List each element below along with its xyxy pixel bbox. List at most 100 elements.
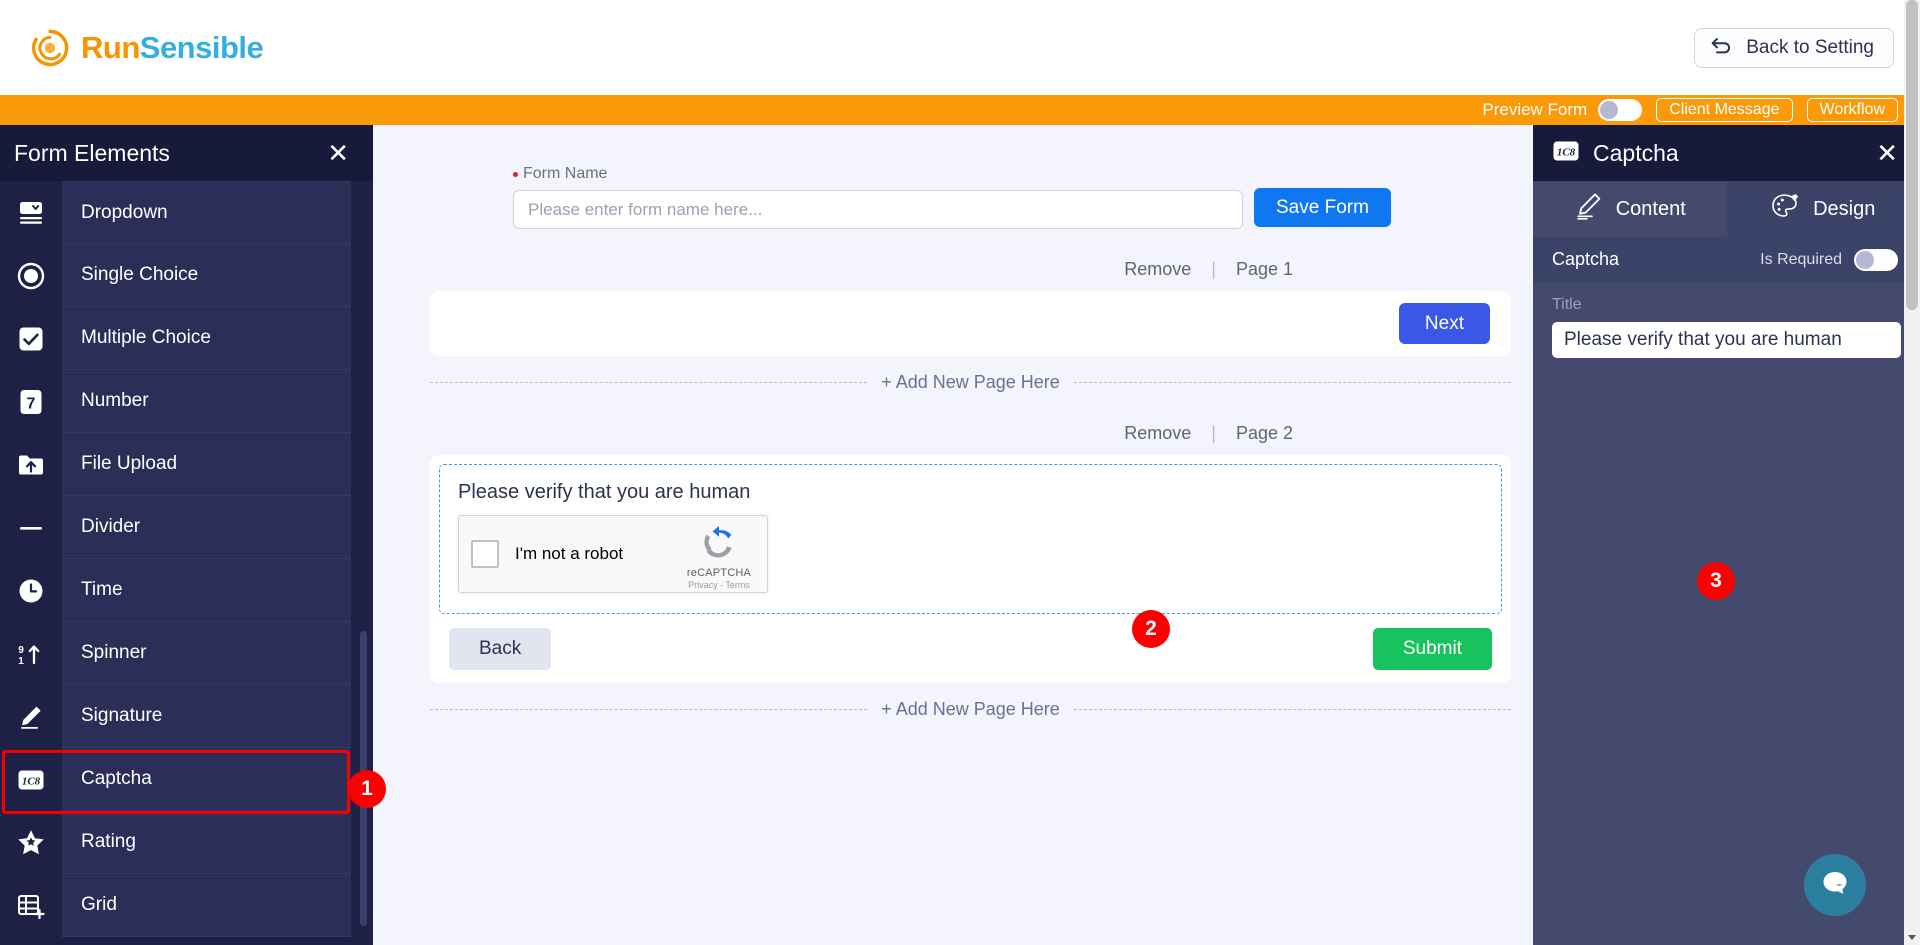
recaptcha-widget[interactable]: I'm not a robot reCAPTCHA Privacy - Term… <box>458 515 768 593</box>
next-button[interactable]: Next <box>1398 303 1490 344</box>
close-icon[interactable]: ✕ <box>1876 140 1898 166</box>
radio-button-icon <box>0 244 62 307</box>
sidebar-item-signature[interactable]: Signature <box>0 685 373 748</box>
captcha-required-row: Captcha Is Required <box>1533 237 1920 282</box>
scroll-down-arrow-icon[interactable] <box>1908 935 1916 940</box>
page1-separator: | <box>1211 259 1216 279</box>
close-icon[interactable]: ✕ <box>327 140 349 166</box>
clock-icon <box>0 559 62 622</box>
save-form-button[interactable]: Save Form <box>1254 188 1391 227</box>
is-required-toggle[interactable] <box>1854 248 1898 271</box>
sidebar-title: Form Elements <box>14 139 170 166</box>
brand-text-sensible: Sensible <box>139 29 264 65</box>
sidebar-item-label: Multiple Choice <box>62 307 351 370</box>
sidebar-item-single-choice[interactable]: Single Choice <box>0 244 373 307</box>
grid-plus-icon <box>0 874 62 937</box>
chat-bubble-icon <box>1819 867 1851 904</box>
spinner-updown-icon: 91 <box>0 622 62 685</box>
svg-text:1: 1 <box>18 656 24 667</box>
add-new-page-label: + Add New Page Here <box>881 699 1060 719</box>
page2-remove-link[interactable]: Remove <box>1124 423 1191 444</box>
sidebar-item-time[interactable]: Time <box>0 559 373 622</box>
page2-card: Please verify that you are human I'm not… <box>430 455 1511 683</box>
tab-content[interactable]: Content <box>1533 181 1727 237</box>
sidebar-item-number[interactable]: 7 Number <box>0 370 373 433</box>
chat-widget-button[interactable] <box>1804 854 1866 916</box>
sidebar-item-label: Time <box>62 559 351 622</box>
tab-design[interactable]: Design <box>1726 181 1920 237</box>
page2-label: Page 2 <box>1235 423 1293 443</box>
preview-form-group: Preview Form <box>1482 99 1643 121</box>
recaptcha-checkbox-label: I'm not a robot <box>515 544 624 563</box>
sidebar-item-label: Captcha <box>62 748 351 811</box>
title-field-group: Title <box>1533 282 1920 358</box>
tab-content-label: Content <box>1615 197 1686 220</box>
sidebar-item-spinner[interactable]: 91 Spinner <box>0 622 373 685</box>
form-elements-sidebar: Form Elements ✕ Dropdown Single Choice M… <box>0 125 373 945</box>
sidebar-item-label: Number <box>62 370 351 433</box>
annotation-badge-1: 1 <box>348 770 386 808</box>
element-properties-panel: 1C8 Captcha ✕ Content Design Captcha Is … <box>1533 125 1920 945</box>
add-new-page-label: + Add New Page Here <box>881 372 1060 392</box>
add-new-page-divider-2[interactable]: + Add New Page Here <box>430 699 1511 720</box>
recaptcha-brand-label: reCAPTCHA <box>686 567 752 579</box>
sidebar-item-multiple-choice[interactable]: Multiple Choice <box>0 307 373 370</box>
preview-form-label: Preview Form <box>1482 100 1588 119</box>
secondary-toolbar: Preview Form Client Message Workflow <box>0 95 1920 125</box>
page-scrollbar[interactable] <box>1904 0 1920 945</box>
page1-card: Next <box>430 291 1511 356</box>
form-canvas: Form Name Save Form Remove | Page 1 Next… <box>373 125 1533 945</box>
form-elements-list: Dropdown Single Choice Multiple Choice 7… <box>0 181 373 945</box>
svg-text:1C8: 1C8 <box>22 775 41 787</box>
sidebar-item-label: Signature <box>62 685 351 748</box>
annotation-badge-2: 2 <box>1132 610 1170 648</box>
brand-logo: RunSensible <box>30 28 264 68</box>
preview-form-toggle[interactable] <box>1598 99 1643 121</box>
sidebar-header: Form Elements ✕ <box>0 125 373 181</box>
sidebar-item-file-upload[interactable]: File Upload <box>0 433 373 496</box>
form-name-input[interactable] <box>513 190 1243 229</box>
top-header-bar: RunSensible Back to Setting <box>0 0 1920 95</box>
brand-text-run: Run <box>81 29 140 65</box>
recaptcha-checkbox[interactable] <box>471 540 499 568</box>
add-new-page-divider-1[interactable]: + Add New Page Here <box>430 372 1511 393</box>
submit-button[interactable]: Submit <box>1372 628 1492 670</box>
horizontal-line-icon <box>0 496 62 559</box>
toggle-knob <box>1600 101 1619 119</box>
sidebar-item-label: Grid <box>62 874 351 937</box>
dashed-line-right <box>1073 709 1511 710</box>
annotation-badge-3: 3 <box>1697 562 1735 600</box>
back-button[interactable]: Back <box>449 628 552 670</box>
sunburst-logo-icon <box>30 28 70 68</box>
page-scrollbar-thumb[interactable] <box>1906 0 1918 310</box>
sidebar-item-divider[interactable]: Divider <box>0 496 373 559</box>
recaptcha-logo-icon <box>701 526 737 565</box>
client-message-button[interactable]: Client Message <box>1656 98 1793 122</box>
workflow-button[interactable]: Workflow <box>1806 98 1898 122</box>
title-input[interactable] <box>1552 322 1901 358</box>
dashed-line-right <box>1073 382 1511 383</box>
sidebar-item-label: Single Choice <box>62 244 351 307</box>
page1-remove-link[interactable]: Remove <box>1124 259 1191 280</box>
back-to-setting-button[interactable]: Back to Setting <box>1694 27 1894 68</box>
svg-text:1C8: 1C8 <box>1557 146 1576 158</box>
undo-arrow-icon <box>1710 35 1734 61</box>
tab-design-label: Design <box>1813 197 1876 220</box>
recaptcha-links[interactable]: Privacy - Terms <box>682 580 756 590</box>
svg-text:9: 9 <box>18 645 24 656</box>
sidebar-item-label: File Upload <box>62 433 351 496</box>
page1-label: Page 1 <box>1235 259 1293 279</box>
svg-text:7: 7 <box>27 395 36 412</box>
captcha-icon: 1C8 <box>1552 139 1580 168</box>
captcha-icon: 1C8 <box>0 748 62 811</box>
is-required-label: Is Required <box>1760 250 1842 268</box>
properties-panel-title: Captcha <box>1593 139 1679 166</box>
sidebar-item-label: Spinner <box>62 622 351 685</box>
captcha-element-selected[interactable]: Please verify that you are human I'm not… <box>439 464 1502 614</box>
sidebar-item-rating[interactable]: Rating <box>0 811 373 874</box>
properties-tabs: Content Design <box>1533 181 1920 237</box>
sidebar-item-grid[interactable]: Grid <box>0 874 373 937</box>
sidebar-item-dropdown[interactable]: Dropdown <box>0 181 373 244</box>
palette-icon <box>1771 192 1801 226</box>
sidebar-item-captcha[interactable]: 1C8 Captcha <box>0 748 373 814</box>
